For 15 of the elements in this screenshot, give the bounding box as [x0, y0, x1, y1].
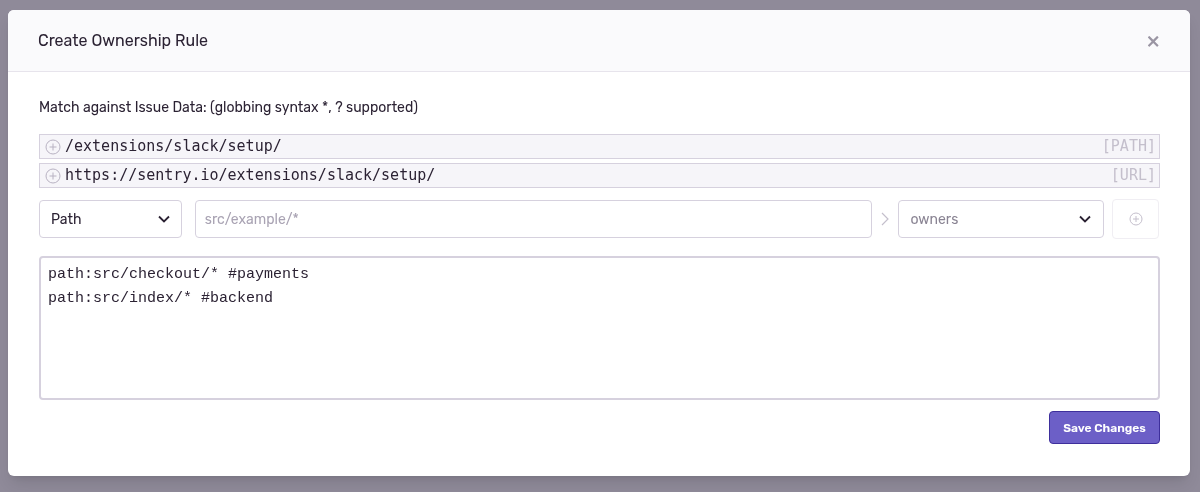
- rules-textarea[interactable]: path:src/checkout/* #payments path:src/index/* #backend: [39, 256, 1160, 400]
- plus-circle-icon: [1128, 212, 1143, 226]
- chevron-right-icon: [881, 212, 890, 226]
- plus-circle-icon: [45, 167, 61, 184]
- plus-circle-icon: [45, 138, 61, 155]
- suggestion-value: /extensions/slack/setup/: [65, 136, 282, 158]
- pattern-input-field[interactable]: src/example/*: [194, 200, 873, 238]
- owners-select[interactable]: owners: [898, 200, 1105, 238]
- instruction-text: Match against Issue Data: (globbing syntax *, ? supported): [39, 98, 420, 118]
- modal-title: Create Ownership Rule: [38, 29, 209, 52]
- chevron-down-icon: [157, 215, 170, 223]
- type-select[interactable]: Path: [39, 200, 182, 238]
- save-changes-button[interactable]: Save Changes: [1049, 411, 1160, 444]
- chevron-down-icon: [1079, 215, 1092, 223]
- suggestion-value: https://sentry.io/extensions/slack/setup/: [65, 165, 436, 187]
